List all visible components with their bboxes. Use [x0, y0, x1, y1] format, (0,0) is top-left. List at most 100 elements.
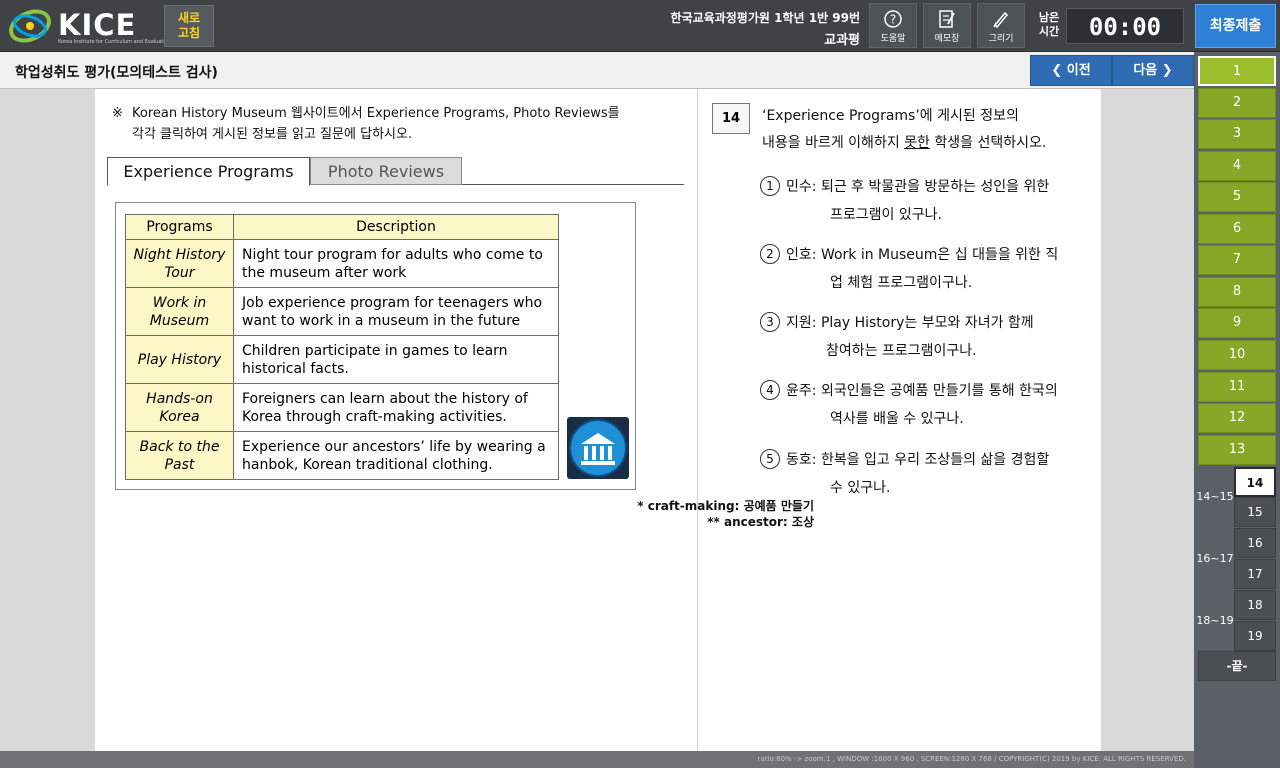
help-label: 도움말: [880, 34, 906, 44]
student-name: 교과평: [824, 33, 860, 48]
question-nav-10[interactable]: 10: [1198, 340, 1276, 370]
programs-table: Programs Description Night History Tour …: [125, 214, 559, 480]
next-button[interactable]: 다음 ❯: [1112, 55, 1194, 86]
draw-label: 그리기: [988, 34, 1014, 44]
logo-text: KICE: [58, 8, 137, 42]
question-nav-5[interactable]: 5: [1198, 182, 1276, 212]
choice-number: 3: [760, 312, 780, 332]
title-bar: 학업성취도 평가(모의테스트 검사) ❮ 이전 다음 ❯: [0, 52, 1194, 89]
table-row: Play History Children participate in gam…: [125, 335, 559, 384]
app-root: KICE Korea Institute for Curriculum and …: [0, 0, 1280, 768]
group-label-16-17: 16~17: [1196, 552, 1234, 565]
question-nav-9[interactable]: 9: [1198, 308, 1276, 338]
table-row: Work in Museum Job experience program fo…: [125, 287, 559, 336]
choice-text: 한복을 입고 우리 조상들의 삶을 경험할: [820, 452, 1050, 468]
choice-text-cont: 업 체험 프로그램이구나.: [830, 275, 973, 291]
stem-underline: 못한: [904, 135, 930, 151]
logo-subtitle: Korea Institute for Curriculum and Evalu…: [58, 39, 171, 45]
choice-3[interactable]: 3 지원: Play History는 부모와 자녀가 함께 참여하는 프로그램이…: [760, 309, 1090, 365]
program-name: Hands-on Korea: [125, 383, 234, 432]
svg-text:?: ?: [890, 13, 896, 27]
prev-button[interactable]: ❮ 이전: [1030, 55, 1112, 86]
program-name: Play History: [125, 335, 234, 384]
museum-icon: [567, 417, 629, 479]
stem-line1: ‘Experience Programs’에 게시된 정보의: [762, 108, 1019, 124]
choice-text: 외국인들은 공예품 만들기를 통해 한국의: [820, 383, 1058, 399]
choice-student: 지원:: [786, 315, 817, 331]
choice-text: Work in Museum은 십 대들을 위한 직: [820, 247, 1059, 263]
question-nav-4[interactable]: 4: [1198, 151, 1276, 181]
program-name: Work in Museum: [125, 287, 234, 336]
question-nav-18[interactable]: 18: [1234, 590, 1276, 620]
stem-text: 내용을 바르게 이해하지: [762, 135, 905, 151]
program-name: Back to the Past: [125, 431, 234, 480]
choice-1[interactable]: 1 민수: 퇴근 후 박물관을 방문하는 성인을 위한 프로그램이 있구나.: [760, 173, 1090, 229]
time-label: 남은 시간: [1038, 11, 1060, 38]
status-bar: ratio:80% -> zoom:1 , WINDOW :1600 X 960…: [0, 751, 1194, 768]
group-label-18-19: 18~19: [1196, 614, 1234, 627]
question-nav-8[interactable]: 8: [1198, 277, 1276, 307]
choice-text-cont: 수 있구나.: [830, 480, 891, 496]
question-nav-6[interactable]: 6: [1198, 214, 1276, 244]
choice-text: 퇴근 후 박물관을 방문하는 성인을 위한: [820, 179, 1050, 195]
memo-label: 메모장: [934, 34, 960, 44]
question-nav-3[interactable]: 3: [1198, 119, 1276, 149]
choice-text-cont: 역사를 배울 수 있구나.: [830, 411, 964, 427]
program-description: Children participate in games to learn h…: [233, 335, 559, 384]
passage-tabs: Experience Programs Photo Reviews: [107, 157, 684, 186]
table-row: Night History Tour Night tour program fo…: [125, 239, 559, 288]
top-bar: KICE Korea Institute for Curriculum and …: [0, 0, 1280, 52]
choice-text: Play History는 부모와 자녀가 함께: [820, 315, 1034, 331]
memo-button[interactable]: 메모장: [923, 3, 971, 48]
tab-photo-reviews[interactable]: Photo Reviews: [310, 157, 462, 185]
kice-logo: KICE Korea Institute for Curriculum and …: [8, 6, 171, 46]
group-label-14-15: 14~15: [1196, 490, 1234, 503]
table-row: Hands-on Korea Foreigners can learn abou…: [125, 383, 559, 432]
pen-icon: [993, 11, 1009, 29]
question-nav-1[interactable]: 1: [1198, 56, 1276, 86]
question-nav-12[interactable]: 12: [1198, 403, 1276, 433]
question-nav-19[interactable]: 19: [1234, 621, 1276, 651]
table-header-row: Programs Description: [125, 214, 559, 240]
question-nav-7[interactable]: 7: [1198, 245, 1276, 275]
choice-text-cont: 프로그램이 있구나.: [830, 207, 942, 223]
choice-student: 인호:: [786, 247, 817, 263]
question-nav-15[interactable]: 15: [1234, 497, 1276, 527]
choice-5[interactable]: 5 동호: 한복을 입고 우리 조상들의 삶을 경험할 수 있구나.: [760, 446, 1090, 502]
student-school-class: 한국교육과정평가원 1학년 1반 99번: [670, 11, 860, 25]
choice-text-cont: 참여하는 프로그램이구나.: [826, 343, 977, 359]
passage-instruction: ※ Korean History Museum 웹사이트에서 Experience…: [112, 103, 682, 145]
question-nav-2[interactable]: 2: [1198, 88, 1276, 118]
instruction-line1: Korean History Museum 웹사이트에서 Experience …: [132, 106, 620, 121]
choice-student: 윤주:: [786, 383, 817, 399]
draw-button[interactable]: 그리기: [977, 3, 1025, 48]
programs-panel: Programs Description Night History Tour …: [115, 202, 636, 490]
program-description: Experience our ancestors’ life by wearin…: [233, 431, 559, 480]
question-stem: ‘Experience Programs’에 게시된 정보의 내용을 바르게 이…: [762, 103, 1082, 157]
stem-text-end: 학생을 선택하시오.: [929, 135, 1047, 151]
footnote-ancestor: ** ancestor: 조상: [707, 515, 814, 529]
memo-icon: [939, 10, 955, 28]
page-title: 학업성취도 평가(모의테스트 검사): [15, 65, 218, 81]
panel-divider: [697, 89, 698, 751]
question-nav-16[interactable]: 16: [1234, 528, 1276, 558]
choice-number: 5: [760, 449, 780, 469]
question-nav-13[interactable]: 13: [1198, 435, 1276, 465]
end-button[interactable]: -끝-: [1198, 651, 1276, 681]
refresh-button[interactable]: 새로 고침: [164, 5, 214, 47]
col-programs: Programs: [125, 214, 234, 240]
stem-line2: 내용을 바르게 이해하지 못한 학생을 선택하시오.: [762, 130, 1082, 157]
choice-student: 동호:: [786, 452, 817, 468]
question-nav-11[interactable]: 11: [1198, 372, 1276, 402]
choice-student: 민수:: [786, 179, 817, 195]
final-submit-button[interactable]: 최종제출: [1195, 4, 1276, 48]
question-nav-17[interactable]: 17: [1234, 559, 1276, 589]
question-nav-14[interactable]: 14: [1234, 467, 1276, 497]
instruction-line2: 각각 클릭하여 게시된 정보를 읽고 질문에 답하시오.: [132, 127, 413, 142]
student-info: 한국교육과정평가원 1학년 1반 99번 교과평: [671, 9, 860, 48]
help-button[interactable]: ? 도움말: [869, 3, 917, 48]
logo-swirl-icon: [9, 9, 51, 43]
tab-experience-programs[interactable]: Experience Programs: [107, 157, 310, 186]
choice-4[interactable]: 4 윤주: 외국인들은 공예품 만들기를 통해 한국의 역사를 배울 수 있구나.: [760, 377, 1090, 433]
choice-2[interactable]: 2 인호: Work in Museum은 십 대들을 위한 직 업 체험 프로그…: [760, 241, 1090, 297]
